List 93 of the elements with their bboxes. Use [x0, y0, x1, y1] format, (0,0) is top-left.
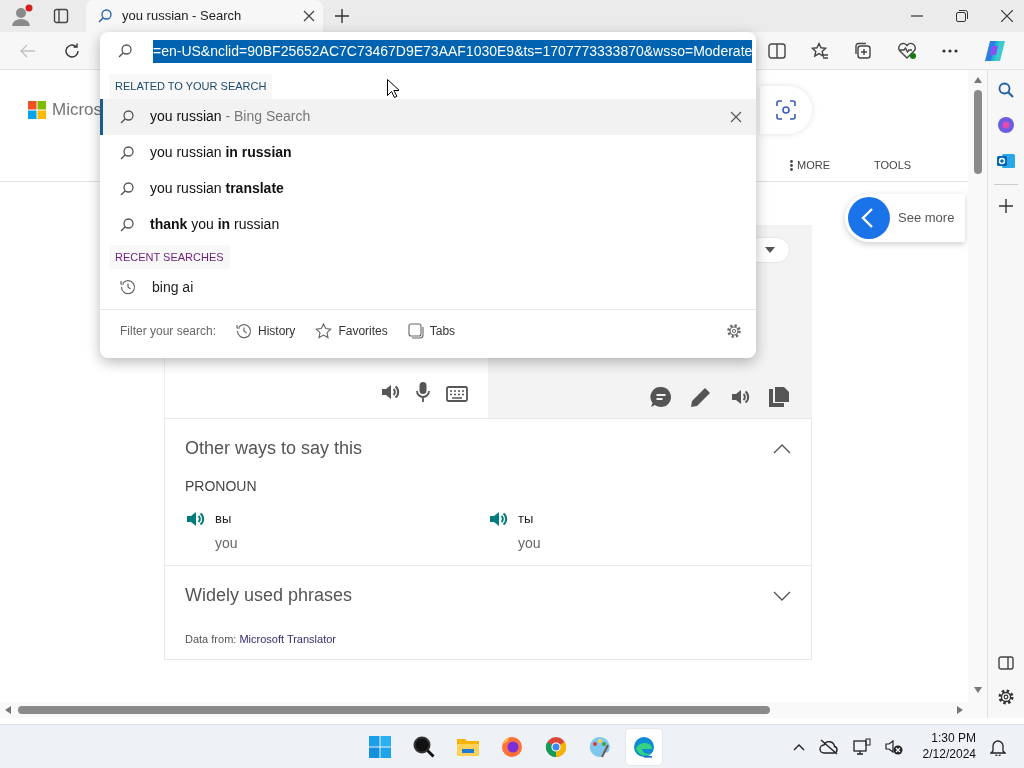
translation-gloss: you [215, 533, 238, 553]
search-icon[interactable] [412, 734, 436, 759]
scrollbar-thumb[interactable] [18, 706, 770, 714]
search-icon[interactable] [998, 82, 1014, 98]
add-icon[interactable] [999, 199, 1013, 213]
muted-speaker-icon[interactable] [884, 738, 903, 755]
translation-gloss: you [518, 533, 541, 553]
tools-menu[interactable]: TOOLS [874, 156, 912, 174]
suggestion-item[interactable]: you russian translate [100, 170, 756, 207]
scroll-right-icon[interactable] [956, 706, 964, 714]
suggestion-item[interactable]: you russian - Bing Search [100, 98, 756, 135]
cloud-offline-icon[interactable] [818, 738, 839, 755]
source-credit: Data from: Microsoft Translator [185, 632, 337, 647]
clock-time: 1:30 PM [931, 730, 976, 747]
search-icon [118, 44, 132, 58]
search-icon [120, 109, 134, 124]
visual-search-button[interactable] [760, 85, 812, 134]
close-icon[interactable] [303, 10, 315, 22]
camera-search-icon [776, 99, 796, 120]
section-title: Other ways to say this [185, 437, 363, 460]
suggestion-item[interactable]: thank you in russian [100, 206, 756, 243]
section-heading: RECENT SEARCHES [109, 244, 230, 269]
see-more-button[interactable]: See more [845, 194, 965, 242]
history-icon [120, 279, 136, 295]
collections-icon[interactable] [854, 41, 872, 60]
speech-bubble-icon[interactable] [650, 386, 672, 408]
speaker-icon[interactable] [730, 387, 750, 407]
settings-icon[interactable] [726, 323, 742, 339]
speaker-icon[interactable] [380, 382, 400, 402]
copy-icon[interactable] [768, 386, 790, 408]
clock[interactable]: 1:30 PM 2/12/2024 [922, 730, 976, 763]
translation-word: вы [215, 510, 233, 528]
tabs-icon [407, 323, 424, 339]
keyboard-icon[interactable] [446, 386, 468, 402]
clock-date: 2/12/2024 [922, 746, 976, 763]
more-icon[interactable] [942, 48, 958, 53]
firefox-icon[interactable] [500, 734, 524, 759]
search-icon [120, 145, 134, 160]
new-tab-icon[interactable] [335, 9, 349, 23]
split-screen-icon[interactable] [768, 42, 786, 59]
pronounce-speaker-icon[interactable] [185, 509, 205, 529]
favorites-icon[interactable] [811, 41, 829, 60]
chrome-icon[interactable] [544, 734, 568, 759]
tab-title: you russian - Search [122, 7, 243, 26]
heart-pulse-icon[interactable] [897, 41, 917, 60]
remove-icon[interactable] [730, 110, 742, 123]
back-chevron-icon [848, 197, 890, 239]
translation-word: ты [518, 510, 535, 528]
star-icon [315, 323, 333, 339]
scroll-up-icon[interactable] [973, 76, 982, 84]
settings-icon[interactable] [997, 688, 1015, 706]
suggestion-item[interactable]: you russian in russian [100, 134, 756, 171]
source-link[interactable]: Microsoft Translator [239, 633, 336, 645]
filter-option[interactable]: Tabs [407, 322, 456, 340]
browser-tab[interactable]: you russian - Search [86, 0, 323, 32]
pencil-icon[interactable] [690, 386, 712, 408]
network-monitor-icon[interactable] [852, 737, 871, 756]
scroll-left-icon[interactable] [4, 706, 12, 714]
profile-icon[interactable] [10, 4, 34, 28]
chevron-up-icon[interactable] [792, 742, 805, 751]
recent-search-item[interactable]: bing ai [100, 269, 756, 305]
section-heading: RELATED TO YOUR SEARCH [109, 74, 273, 99]
scroll-down-icon[interactable] [973, 686, 982, 694]
scrollbar-thumb[interactable] [973, 90, 982, 174]
start-icon[interactable] [368, 734, 392, 759]
filter-option[interactable]: Favorites [315, 322, 388, 340]
edge-icon[interactable] [632, 734, 656, 759]
search-icon [120, 181, 134, 196]
notification-bell-icon[interactable] [990, 737, 1006, 756]
filter-option[interactable]: History [236, 322, 296, 340]
section-title: Widely used phrases [185, 584, 353, 607]
more-menu[interactable]: MORE [790, 156, 830, 174]
refresh-icon[interactable] [64, 42, 80, 59]
mouse-cursor-icon [387, 79, 399, 98]
restore-icon[interactable] [956, 10, 968, 22]
microsoft-logo-icon [28, 100, 46, 119]
tab-actions-icon[interactable] [53, 8, 69, 24]
microphone-icon[interactable] [416, 382, 430, 402]
search-icon [120, 217, 134, 232]
close-icon[interactable] [1001, 10, 1013, 22]
history-icon [236, 323, 253, 339]
pronounce-speaker-icon[interactable] [488, 509, 508, 529]
part-of-speech: PRONOUN [185, 477, 258, 496]
outlook-icon[interactable] [997, 152, 1015, 170]
caret-icon [765, 247, 775, 253]
more-icon [790, 159, 793, 171]
logo-text: Micros [52, 98, 103, 121]
expand-chevron-icon[interactable] [773, 590, 791, 601]
filter-label: Filter your search: [120, 323, 217, 340]
search-icon [98, 9, 112, 23]
paint-palette-icon[interactable] [588, 734, 612, 759]
collapse-chevron-icon[interactable] [773, 443, 791, 454]
sidebar-toggle-icon[interactable] [998, 656, 1014, 670]
